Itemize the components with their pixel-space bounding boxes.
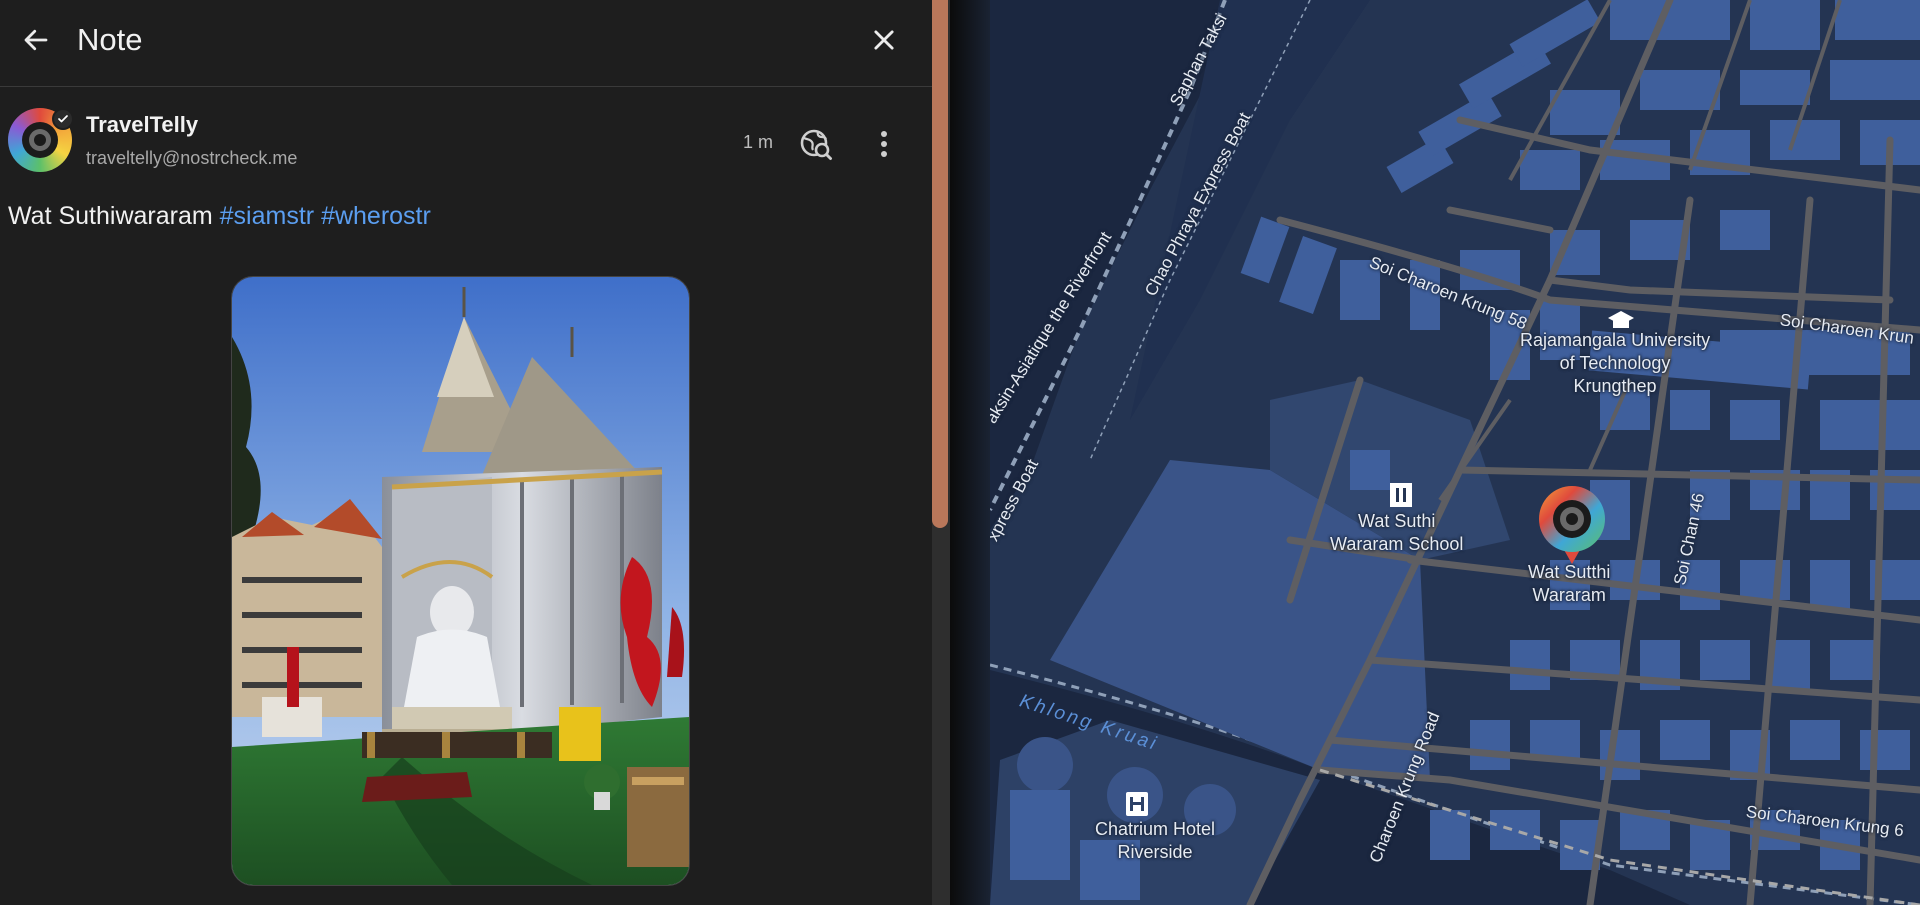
more-options-button[interactable] [862, 122, 906, 166]
page-title: Note [77, 22, 143, 57]
locate-on-map-button[interactable] [794, 122, 838, 166]
note-content: Wat Suthiwararam #siamstr #wherostr [8, 202, 431, 231]
check-badge-icon [58, 115, 68, 123]
map-label-school[interactable]: Wat Suthi Wararam School [1330, 510, 1463, 556]
more-vertical-icon [881, 131, 887, 157]
map-label-hotel[interactable]: Chatrium Hotel Riverside [1095, 818, 1215, 864]
close-button[interactable] [862, 18, 906, 62]
temple-photo [232, 277, 689, 885]
map-canvas [990, 0, 1920, 905]
verified-badge [52, 108, 74, 130]
map-label-university[interactable]: Rajamangala University of Technology Kru… [1520, 329, 1710, 398]
note-header: Note [0, 0, 932, 87]
scrollbar-thumb[interactable] [932, 0, 948, 528]
arrow-left-icon [24, 29, 48, 51]
map-location-pin[interactable] [1537, 484, 1607, 566]
map-label-temple[interactable]: Wat Sutthi Wararam [1528, 561, 1610, 607]
close-icon [874, 30, 894, 50]
hotel-icon [1126, 792, 1148, 816]
globe-search-icon [800, 129, 832, 160]
note-photo[interactable] [231, 276, 690, 886]
hashtag-link[interactable]: #wherostr [321, 202, 431, 230]
pin-marker-icon [1539, 486, 1605, 564]
note-timestamp: 1 m [743, 132, 774, 152]
map-view[interactable]: Wat Suthi Wararam School Wat Sutthi Wara… [990, 0, 1920, 905]
graduation-cap-icon [1608, 311, 1634, 328]
author-name[interactable]: TravelTelly [86, 112, 198, 138]
panel-divider [950, 0, 990, 905]
back-button[interactable] [14, 18, 58, 62]
author-row: TravelTelly traveltelly@nostrcheck.me 1 … [0, 104, 932, 184]
author-handle: traveltelly@nostrcheck.me [86, 148, 298, 168]
note-panel: Note TravelTelly traveltelly@nostrcheck.… [0, 0, 932, 905]
school-building-icon [1390, 483, 1412, 507]
hashtag-link[interactable]: #siamstr [220, 202, 314, 230]
note-text: Wat Suthiwararam [8, 202, 213, 230]
